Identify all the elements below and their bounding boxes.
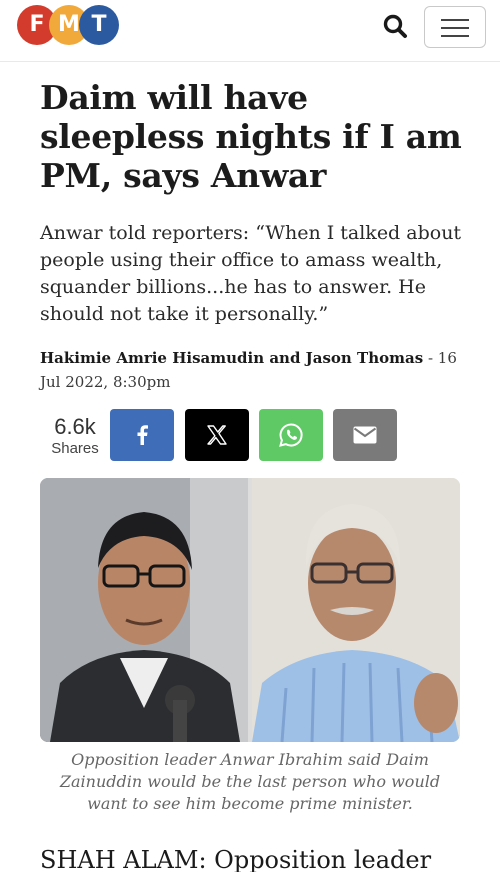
hamburger-menu-icon bbox=[441, 19, 469, 21]
share-email-button[interactable] bbox=[333, 409, 397, 461]
share-count-label: Shares bbox=[51, 440, 99, 457]
share-facebook-button[interactable] bbox=[110, 409, 174, 461]
article-body-first-line: SHAH ALAM: Opposition leader bbox=[40, 846, 432, 872]
portrait-illustration-right bbox=[252, 478, 460, 742]
byline: Hakimie Amrie Hisamudin and Jason Thomas… bbox=[40, 346, 460, 394]
byline-authors[interactable]: Hakimie Amrie Hisamudin and Jason Thomas bbox=[40, 349, 423, 367]
portrait-illustration-left bbox=[40, 478, 248, 742]
share-count: 6.6k Shares bbox=[44, 414, 106, 458]
email-icon bbox=[353, 426, 377, 444]
byline-separator: - bbox=[423, 349, 438, 367]
share-x-button[interactable] bbox=[185, 409, 249, 461]
image-caption: Opposition leader Anwar Ibrahim said Dai… bbox=[59, 750, 441, 813]
menu-button[interactable] bbox=[424, 6, 486, 48]
article-image bbox=[40, 478, 460, 742]
search-button[interactable] bbox=[381, 12, 411, 42]
article-lede: Anwar told reporters: “When I talked abo… bbox=[40, 222, 462, 325]
search-icon bbox=[383, 14, 407, 38]
article-headline: Daim will have sleepless nights if I am … bbox=[40, 78, 462, 195]
fmt-logo[interactable]: F M T bbox=[17, 5, 119, 49]
share-whatsapp-button[interactable] bbox=[259, 409, 323, 461]
share-count-number: 6.6k bbox=[54, 414, 96, 439]
logo-letter-t: T bbox=[79, 5, 119, 45]
hamburger-menu-icon-line bbox=[441, 27, 469, 29]
whatsapp-icon bbox=[279, 423, 303, 447]
hamburger-menu-icon-line bbox=[441, 35, 469, 37]
image-anwar-ibrahim bbox=[40, 478, 248, 742]
facebook-icon bbox=[137, 425, 148, 445]
site-header: F M T bbox=[0, 0, 500, 62]
x-icon bbox=[207, 425, 227, 445]
image-daim-zainuddin bbox=[252, 478, 460, 742]
